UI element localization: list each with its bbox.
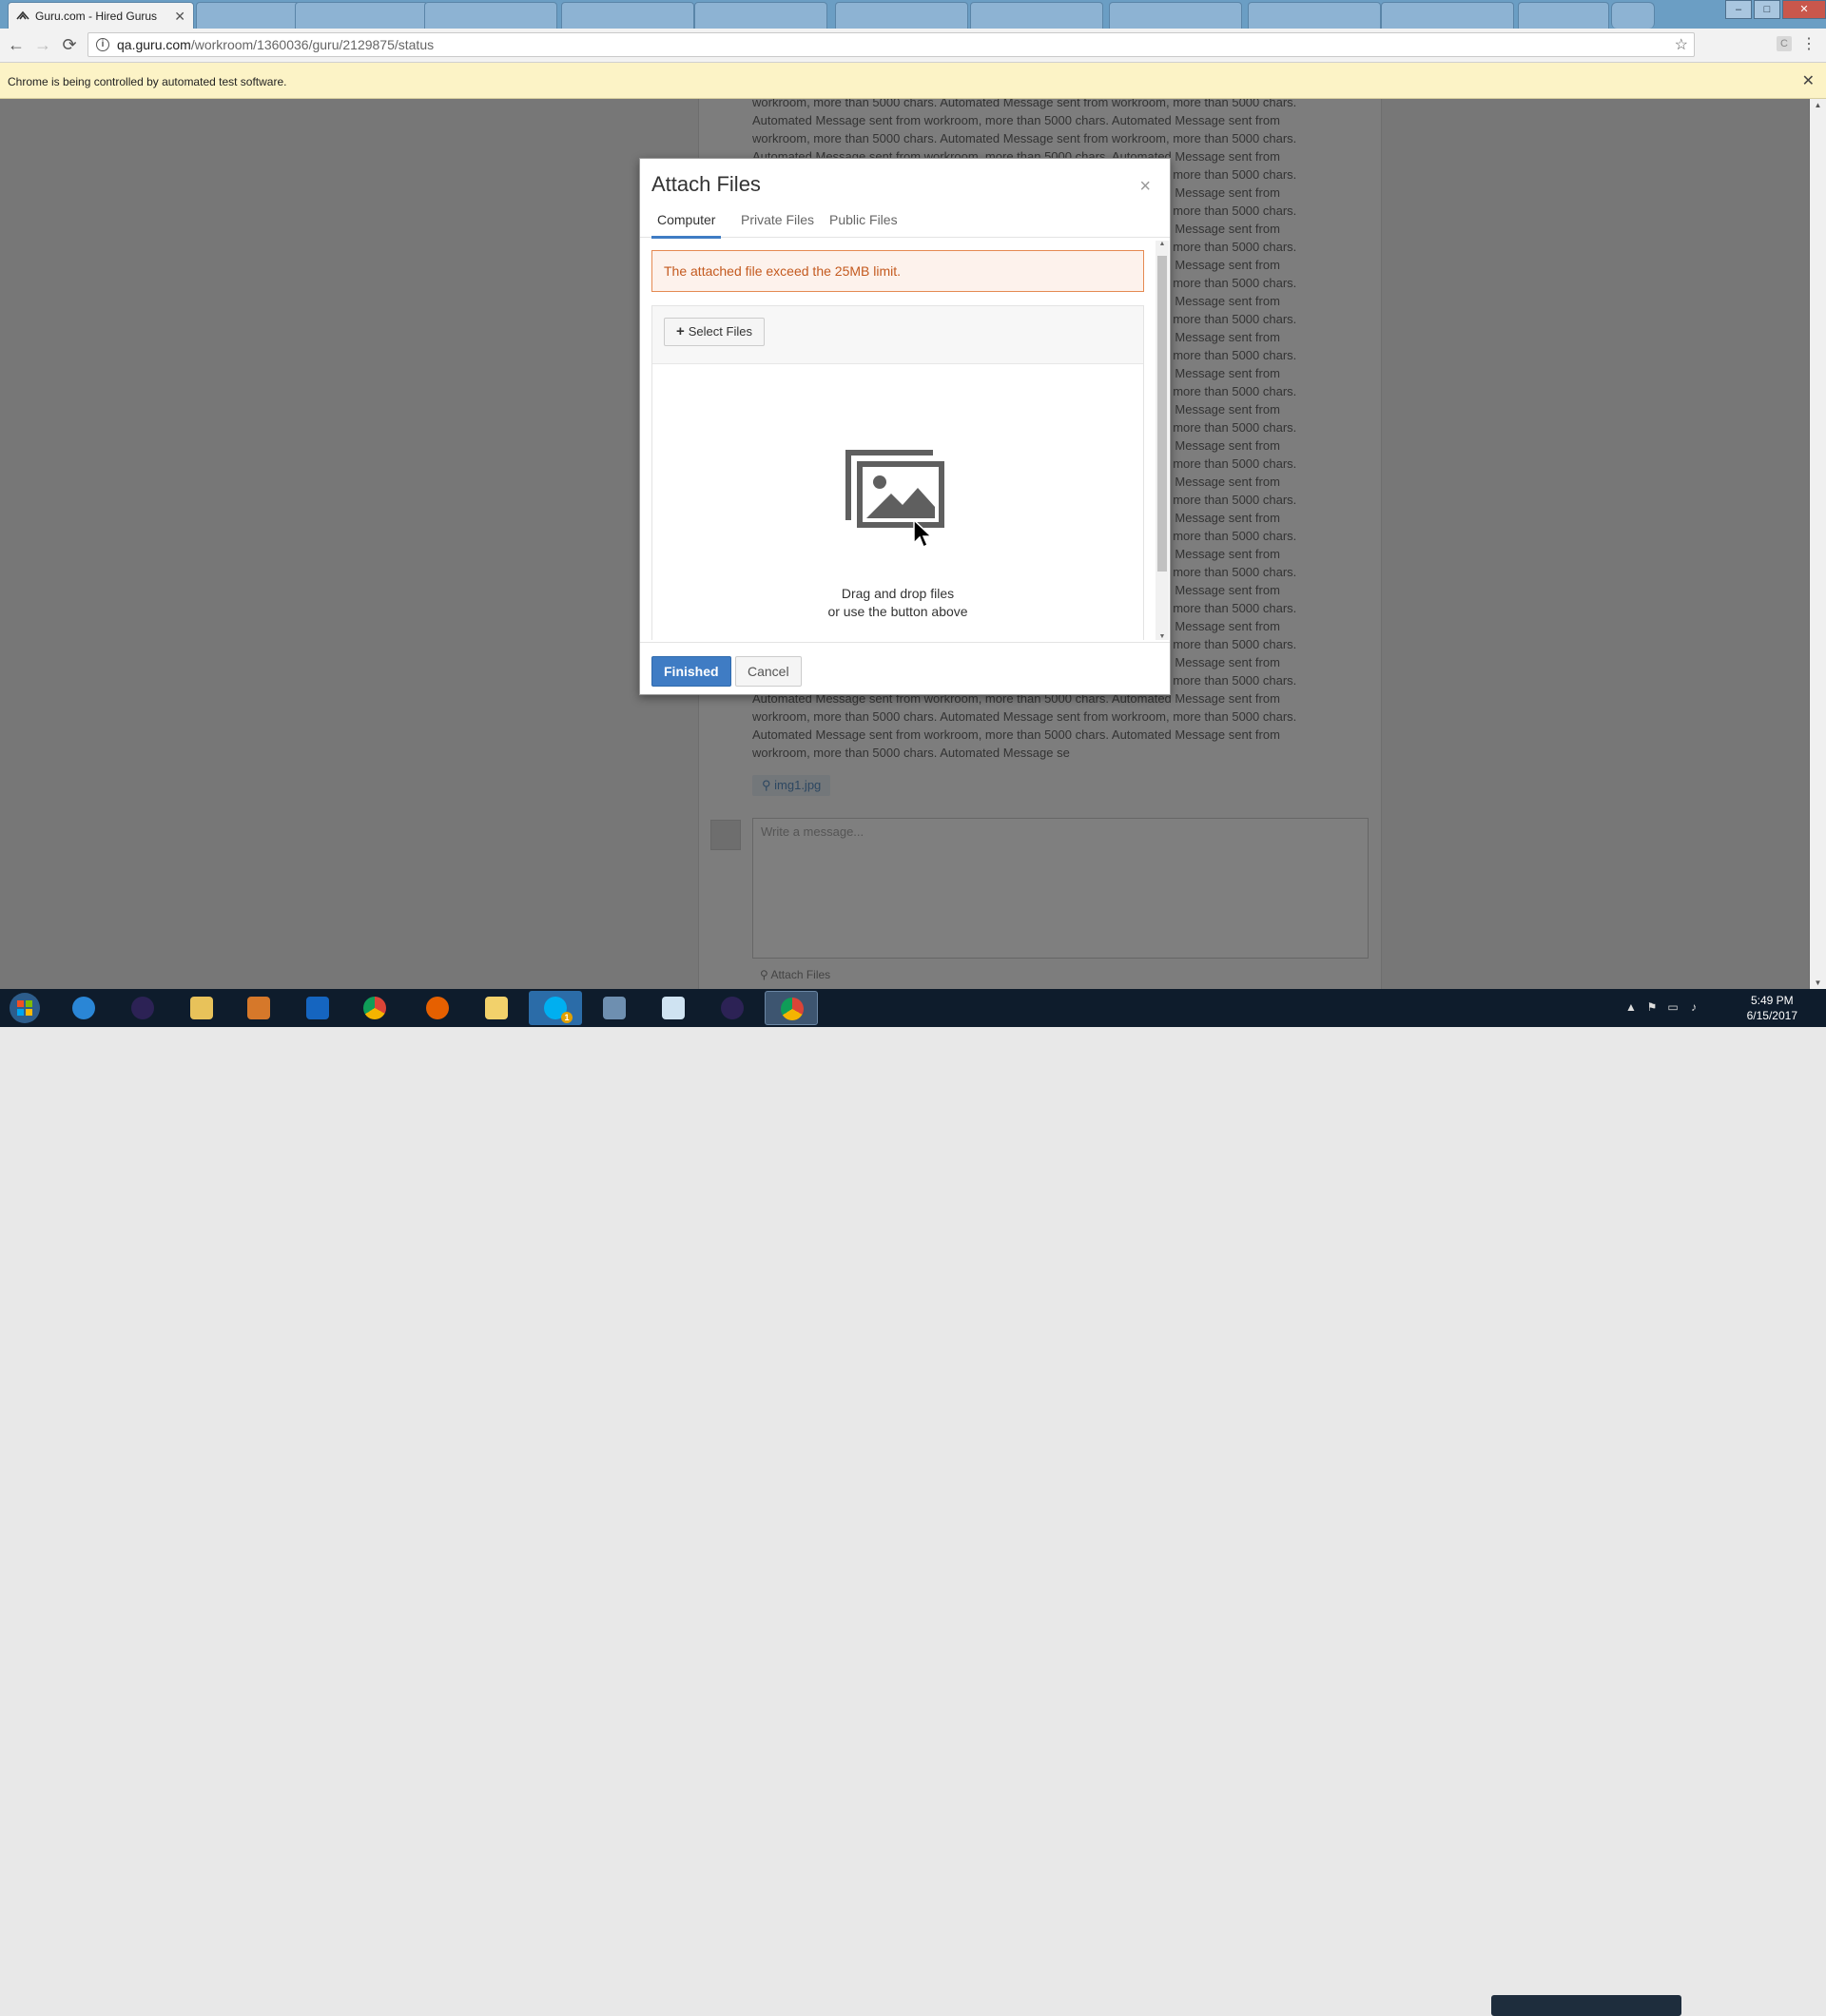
minimize-button[interactable]: – <box>1725 0 1752 19</box>
eclipse-icon[interactable] <box>706 991 759 1025</box>
clock-time: 5:49 PM <box>1750 994 1794 1007</box>
browser-tab[interactable] <box>561 2 694 29</box>
select-files-label: Select Files <box>688 324 752 339</box>
windows-start-icon[interactable] <box>4 991 46 1025</box>
bookmark-star-icon[interactable]: ☆ <box>1675 35 1688 54</box>
action-center-flag-icon[interactable]: ⚑ <box>1645 1000 1659 1014</box>
scroll-down-arrow-icon[interactable]: ▼ <box>1810 979 1826 987</box>
browser-tab[interactable] <box>1248 2 1381 29</box>
maximize-button[interactable]: □ <box>1754 0 1780 19</box>
mouse-cursor-icon <box>913 519 933 549</box>
tab-computer[interactable]: Computer <box>651 210 722 239</box>
skype-icon[interactable]: 1 <box>529 991 582 1025</box>
notepad-icon[interactable] <box>647 991 700 1025</box>
internet-explorer-icon[interactable] <box>57 991 110 1025</box>
cancel-button[interactable]: Cancel <box>735 656 802 687</box>
chrome-menu-icon[interactable]: ⋮ <box>1801 34 1816 53</box>
eclipse-icon[interactable] <box>116 991 169 1025</box>
address-bar[interactable]: i qa.guru.com/workroom/1360036/guru/2129… <box>87 32 1695 57</box>
finished-button[interactable]: Finished <box>651 656 731 687</box>
scroll-up-arrow-icon[interactable]: ▲ <box>1156 241 1169 247</box>
automation-infobar: Chrome is being controlled by automated … <box>0 63 1826 99</box>
browser-tab-active[interactable]: Guru.com - Hired Gurus ✕ <box>8 2 194 29</box>
browser-tab[interactable] <box>424 2 557 29</box>
dialog-scrollbar[interactable]: ▲ ▼ <box>1156 241 1169 640</box>
folder-icon[interactable] <box>470 991 523 1025</box>
forward-button[interactable]: → <box>32 34 53 55</box>
url-path: /workroom/1360036/guru/2129875/status <box>190 37 435 52</box>
control-panel-icon[interactable] <box>588 991 641 1025</box>
media-player-icon[interactable] <box>232 991 285 1025</box>
back-button[interactable]: ← <box>6 34 27 55</box>
error-alert: The attached file exceed the 25MB limit. <box>651 250 1144 292</box>
infobar-close-icon[interactable]: ✕ <box>1802 63 1815 101</box>
browser-toolbar: ← → ⟳ i qa.guru.com/workroom/1360036/gur… <box>0 29 1826 63</box>
image-placeholder-icon <box>845 450 944 528</box>
drop-line-2: or use the button above <box>827 604 968 619</box>
browser-tab[interactable] <box>1518 2 1609 29</box>
url-host: qa.guru.com <box>117 37 191 52</box>
clock[interactable]: 5:49 PM 6/15/2017 <box>1747 993 1797 1023</box>
scroll-down-arrow-icon[interactable]: ▼ <box>1156 633 1169 640</box>
dialog-body: The attached file exceed the 25MB limit.… <box>651 241 1157 640</box>
close-window-button[interactable]: ✕ <box>1782 0 1826 19</box>
extension-icon[interactable]: C <box>1777 36 1792 51</box>
tab-title: Guru.com - Hired Gurus <box>35 10 158 23</box>
scrollbar-thumb[interactable] <box>1157 256 1167 572</box>
firefox-icon[interactable] <box>411 991 464 1025</box>
browser-tab[interactable] <box>694 2 827 29</box>
browser-tab[interactable] <box>835 2 968 29</box>
show-hidden-icons-icon[interactable]: ▲ <box>1624 1000 1638 1014</box>
windows-taskbar: 1 ▲ ⚑ ▭ ♪ 5:49 PM 6/15/2017 <box>0 989 1826 2016</box>
tab-close-icon[interactable]: ✕ <box>174 9 185 25</box>
file-explorer-icon[interactable] <box>175 991 228 1025</box>
dialog-footer: Finished Cancel <box>640 642 1170 696</box>
drop-instructions: Drag and drop files or use the button ab… <box>652 585 1143 621</box>
guru-favicon-icon <box>16 10 29 20</box>
notification-popup <box>1491 1995 1681 2016</box>
clock-date: 6/15/2017 <box>1746 1009 1797 1022</box>
volume-icon[interactable]: ♪ <box>1687 1000 1700 1014</box>
chrome-icon[interactable] <box>765 991 818 1025</box>
browser-tab[interactable] <box>1381 2 1514 29</box>
system-tray: ▲ ⚑ ▭ ♪ 5:49 PM 6/15/2017 <box>1503 989 1826 1027</box>
scroll-up-arrow-icon[interactable]: ▲ <box>1810 101 1826 109</box>
select-files-button[interactable]: + Select Files <box>664 318 765 346</box>
infobar-text: Chrome is being controlled by automated … <box>8 75 287 88</box>
file-uploader: + Select Files Drag and drop files or us… <box>651 305 1144 640</box>
info-icon[interactable]: i <box>96 38 109 51</box>
tab-public-files[interactable]: Public Files <box>824 210 903 236</box>
tab-private-files[interactable]: Private Files <box>735 210 820 236</box>
skype-badge: 1 <box>561 1012 573 1023</box>
drop-line-1: Drag and drop files <box>841 586 955 601</box>
outlook-icon[interactable] <box>291 991 344 1025</box>
dialog-title: Attach Files <box>651 172 761 196</box>
page-scrollbar[interactable]: ▲ ▼ <box>1809 99 1826 989</box>
browser-tab[interactable] <box>1109 2 1242 29</box>
new-tab-button[interactable] <box>1611 2 1655 29</box>
browser-tab-strip: Guru.com - Hired Gurus ✕ – □ ✕ <box>0 0 1826 29</box>
network-icon[interactable]: ▭ <box>1666 1000 1680 1014</box>
dialog-close-icon[interactable]: × <box>1139 176 1151 198</box>
browser-tab[interactable] <box>295 2 428 29</box>
attach-files-dialog: Attach Files × Computer Private Files Pu… <box>639 158 1171 695</box>
browser-tab[interactable] <box>970 2 1103 29</box>
chrome-icon[interactable] <box>348 991 401 1025</box>
reload-button[interactable]: ⟳ <box>59 34 80 55</box>
dialog-tabs: Computer Private Files Public Files <box>640 206 1170 239</box>
drop-zone[interactable]: Drag and drop files or use the button ab… <box>652 364 1143 640</box>
uploader-toolbar: + Select Files <box>652 306 1143 364</box>
plus-icon: + <box>676 323 685 339</box>
window-controls: – □ ✕ <box>1723 0 1826 19</box>
